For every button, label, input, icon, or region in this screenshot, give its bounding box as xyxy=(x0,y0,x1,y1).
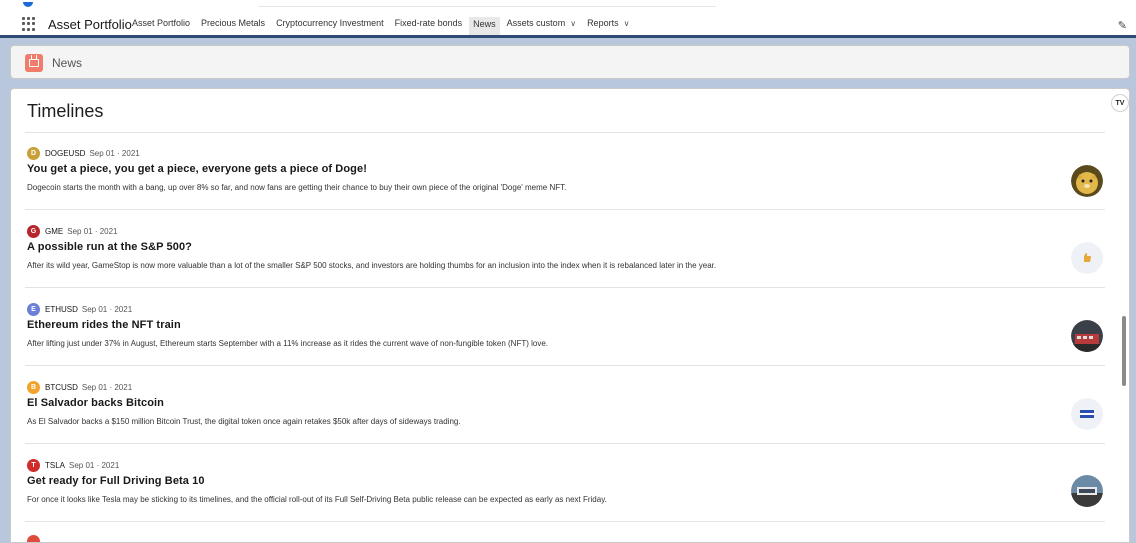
news-date: Sep 01 · 2021 xyxy=(69,460,120,470)
news-meta: T TSLA Sep 01 · 2021 xyxy=(27,458,119,472)
nav-tab-reports[interactable]: Reports ∨ xyxy=(587,17,629,30)
thumbs-up-thumbnail xyxy=(1071,242,1103,274)
news-summary: Dogecoin starts the month with a bang, u… xyxy=(27,183,567,192)
app-launcher-icon[interactable] xyxy=(22,17,36,31)
train-thumbnail xyxy=(1071,320,1103,352)
bitcoin-icon: B xyxy=(27,380,40,394)
news-summary: After its wild year, GameStop is now mor… xyxy=(27,261,717,270)
news-headline[interactable]: You get a piece, you get a piece, everyo… xyxy=(27,163,367,175)
timelines-title: Timelines xyxy=(27,101,104,121)
ticker-symbol[interactable]: ETHUSD xyxy=(45,305,78,314)
el-salvador-flag-thumbnail xyxy=(1071,398,1103,430)
app-name: Asset Portfolio xyxy=(48,17,132,32)
divider xyxy=(25,209,1105,210)
nav-tab-asset-portfolio[interactable]: Asset Portfolio xyxy=(132,17,190,29)
loading-indicator xyxy=(23,2,33,7)
timelines-card: TV Timelines D DOGEUSD Sep 01 · 2021 You… xyxy=(10,88,1130,543)
nav-tab-precious-metals[interactable]: Precious Metals xyxy=(201,17,265,29)
news-headline[interactable]: El Salvador backs Bitcoin xyxy=(27,397,164,409)
divider xyxy=(25,365,1105,366)
news-date: Sep 01 · 2021 xyxy=(81,304,133,314)
gamestop-icon: G xyxy=(27,224,40,238)
scrollbar-thumb[interactable] xyxy=(1122,316,1126,386)
ticker-symbol[interactable]: GME xyxy=(45,227,63,236)
page-header: News xyxy=(10,45,1130,79)
nav-tab-assets-custom[interactable]: Assets custom ∨ xyxy=(507,17,576,30)
news-item[interactable]: T TSLA Sep 01 · 2021 Get ready for Full … xyxy=(27,458,1117,535)
news-headline[interactable]: Get ready for Full Driving Beta 10 xyxy=(27,475,205,487)
top-search-line xyxy=(258,6,716,7)
news-date: Sep 01 · 2021 xyxy=(67,226,118,236)
ticker-symbol[interactable]: TSLA xyxy=(45,461,65,470)
news-item[interactable]: B BTCUSD Sep 01 · 2021 El Salvador backs… xyxy=(27,380,1117,457)
news-item[interactable]: E ETHUSD Sep 01 · 2021 Ethereum rides th… xyxy=(27,302,1117,379)
news-summary: After lifting just under 37% in August, … xyxy=(27,339,548,348)
car-road-thumbnail xyxy=(1071,475,1103,507)
nav-tab-news[interactable]: News xyxy=(469,17,500,35)
news-summary: For once it looks like Tesla may be stic… xyxy=(27,495,607,504)
chevron-down-icon[interactable]: ∨ xyxy=(570,19,576,28)
news-meta: E ETHUSD Sep 01 · 2021 xyxy=(27,302,132,316)
divider xyxy=(25,521,1105,522)
news-date: Sep 01 · 2021 xyxy=(81,382,133,392)
news-date: Sep 01 · 2021 xyxy=(89,148,140,158)
news-summary: As El Salvador backs a $150 million Bitc… xyxy=(27,417,461,426)
divider xyxy=(25,132,1105,133)
tv-icon xyxy=(25,54,43,72)
partial-news-item xyxy=(27,535,45,542)
nav-tabs: Asset Portfolio Precious Metals Cryptocu… xyxy=(132,17,640,37)
news-item[interactable]: D DOGEUSD Sep 01 · 2021 You get a piece,… xyxy=(27,146,1117,223)
dogecoin-icon: D xyxy=(27,146,40,160)
divider xyxy=(25,287,1105,288)
top-navigation-bar: Asset Portfolio Asset Portfolio Precious… xyxy=(0,0,1136,38)
pencil-edit-icon[interactable]: ✎ xyxy=(1118,19,1127,32)
news-meta: D DOGEUSD Sep 01 · 2021 xyxy=(27,146,140,160)
tesla-icon: T xyxy=(27,458,40,472)
ticker-symbol[interactable]: DOGEUSD xyxy=(45,149,85,158)
page-title: News xyxy=(52,56,83,70)
doge-thumbnail xyxy=(1071,165,1103,197)
nav-tab-cryptocurrency-investment[interactable]: Cryptocurrency Investment xyxy=(276,17,384,29)
tradingview-logo[interactable]: TV xyxy=(1111,94,1129,112)
news-headline[interactable]: Ethereum rides the NFT train xyxy=(27,319,181,331)
ethereum-icon: E xyxy=(27,302,40,316)
ticker-symbol[interactable]: BTCUSD xyxy=(45,383,78,392)
news-headline[interactable]: A possible run at the S&P 500? xyxy=(27,241,192,253)
partial-symbol-icon xyxy=(27,535,40,542)
news-item[interactable]: G GME Sep 01 · 2021 A possible run at th… xyxy=(27,224,1117,301)
news-meta: G GME Sep 01 · 2021 xyxy=(27,224,118,238)
nav-tab-fixed-rate-bonds[interactable]: Fixed-rate bonds xyxy=(395,17,463,29)
news-meta: B BTCUSD Sep 01 · 2021 xyxy=(27,380,132,394)
chevron-down-icon[interactable]: ∨ xyxy=(624,19,630,28)
divider xyxy=(25,443,1105,444)
